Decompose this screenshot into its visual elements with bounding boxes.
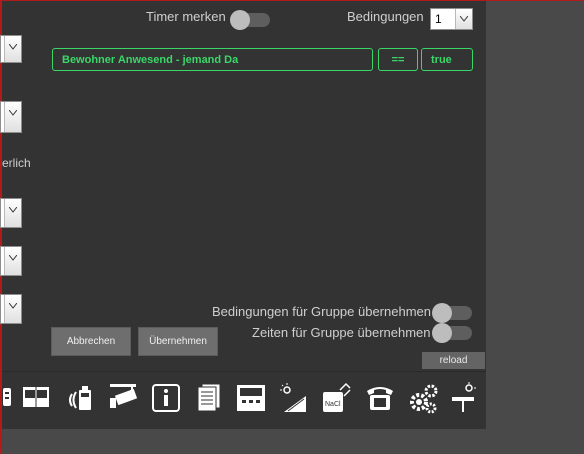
remote-icon[interactable] — [2, 382, 14, 412]
condition-value-text: true — [431, 53, 452, 66]
conditions-group-toggle[interactable] — [432, 303, 472, 323]
condition-operator-text: == — [391, 53, 405, 66]
cancel-button[interactable]: Abbrechen — [51, 327, 131, 356]
times-group-label: Zeiten für Gruppe übernehmen — [252, 325, 431, 340]
conditions-count-select[interactable]: 1 — [430, 8, 473, 30]
phone-icon[interactable] — [364, 382, 396, 412]
display-panel-icon[interactable] — [236, 382, 266, 412]
weather-station-icon[interactable] — [450, 382, 480, 414]
documents-icon[interactable] — [194, 382, 222, 412]
conditions-count-value: 1 — [435, 12, 442, 26]
toggle-knob — [432, 323, 452, 343]
camera-icon[interactable] — [108, 382, 140, 412]
timer-label: Timer merken — [146, 9, 226, 24]
left-dropdown-5[interactable] — [0, 294, 22, 324]
chevron-down-icon — [4, 199, 21, 227]
svg-text:NaCl: NaCl — [325, 401, 341, 408]
condition-name-field[interactable]: Bewohner Anwesend - jemand Da — [52, 48, 373, 71]
left-dropdown-4[interactable] — [0, 246, 22, 276]
solar-icon[interactable] — [278, 382, 310, 414]
chevron-down-icon — [4, 36, 21, 62]
condition-operator-field[interactable]: == — [378, 48, 418, 71]
intercom-icon[interactable] — [66, 382, 96, 412]
settings-gears-icon[interactable] — [408, 382, 440, 414]
times-group-toggle[interactable] — [432, 323, 472, 343]
condition-name-text: Bewohner Anwesend - jemand Da — [62, 53, 239, 66]
info-icon[interactable] — [152, 382, 180, 412]
conditions-label: Bedingungen — [347, 9, 424, 24]
timer-toggle[interactable] — [230, 10, 270, 30]
condition-value-field[interactable]: true — [421, 48, 473, 71]
conditions-group-label: Bedingungen für Gruppe übernehmen — [212, 304, 431, 319]
reload-button[interactable]: reload — [422, 352, 485, 369]
chevron-down-icon — [4, 102, 21, 132]
toggle-knob — [432, 303, 452, 323]
left-dropdown-2[interactable] — [0, 101, 22, 133]
salt-icon[interactable]: NaCl — [320, 382, 352, 414]
chevron-down-icon — [4, 295, 21, 323]
chevron-down-icon — [4, 247, 21, 275]
apply-button[interactable]: Übernehmen — [138, 327, 218, 356]
toggle-knob — [230, 10, 250, 30]
book-icon[interactable] — [22, 382, 50, 412]
chevron-down-icon — [455, 9, 472, 29]
left-dropdown-1[interactable] — [0, 35, 22, 63]
truncated-label: erlich — [2, 156, 31, 170]
left-dropdown-3[interactable] — [0, 198, 22, 228]
